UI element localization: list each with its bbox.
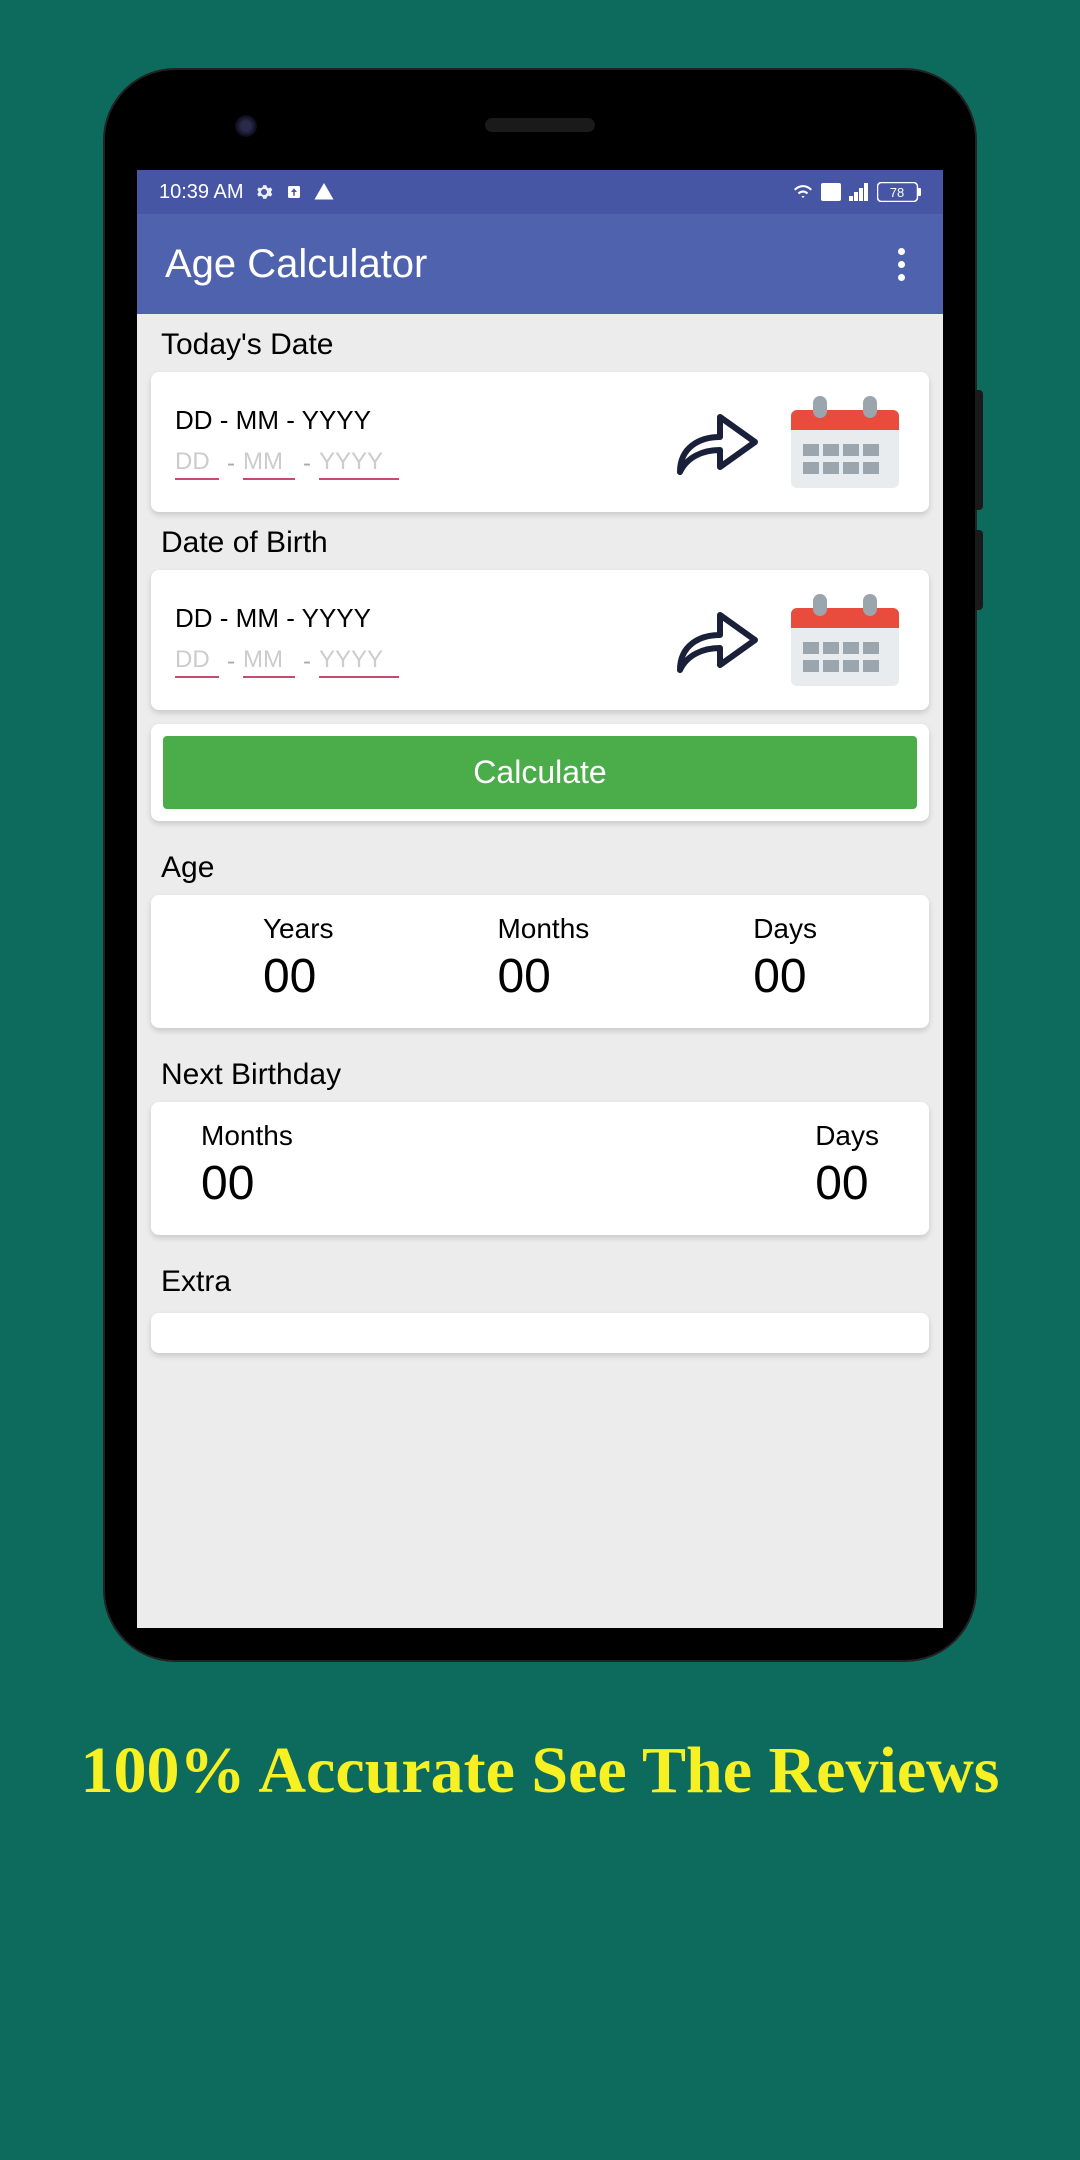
next-birthday-section-title: Next Birthday — [161, 1058, 919, 1092]
extra-card — [151, 1313, 929, 1353]
calculate-card: Calculate — [151, 724, 929, 821]
phone-inner: 10:39 AM 78 Age Calculator — [115, 80, 965, 1650]
age-days-label: Days — [753, 913, 817, 945]
dob-dd-input[interactable]: DD — [175, 646, 219, 678]
overflow-menu-button[interactable] — [888, 238, 915, 291]
promo-tagline: 100% Accurate See The Reviews — [41, 1730, 1040, 1813]
age-section-title: Age — [161, 851, 919, 885]
calculate-button[interactable]: Calculate — [163, 736, 917, 809]
dob-yyyy-input[interactable]: YYYY — [319, 646, 399, 678]
warning-icon — [314, 183, 334, 201]
app-title: Age Calculator — [165, 242, 427, 287]
today-dd-input[interactable]: DD — [175, 448, 219, 480]
age-years-value: 00 — [263, 949, 334, 1004]
age-months-value: 00 — [497, 949, 589, 1004]
app-bar: Age Calculator — [137, 214, 943, 314]
status-bar: 10:39 AM 78 — [137, 170, 943, 214]
extra-section-title: Extra — [161, 1265, 919, 1299]
gear-icon — [254, 183, 274, 201]
today-format-label: DD - MM - YYYY — [175, 405, 645, 436]
status-time: 10:39 AM — [159, 181, 244, 204]
age-card: Years 00 Months 00 Days 00 — [151, 895, 929, 1028]
nb-days-label: Days — [815, 1120, 879, 1152]
age-years-label: Years — [263, 913, 334, 945]
today-section-title: Today's Date — [161, 328, 919, 362]
wifi-icon — [793, 183, 813, 201]
dob-mm-input[interactable]: MM — [243, 646, 295, 678]
content-area: Today's Date DD - MM - YYYY DD - MM - YY… — [137, 328, 943, 1353]
dob-date-card: DD - MM - YYYY DD - MM - YYYY — [151, 570, 929, 710]
phone-bezel-top — [115, 80, 965, 170]
calendar-icon[interactable] — [785, 590, 905, 690]
today-mm-input[interactable]: MM — [243, 448, 295, 480]
nb-days-value: 00 — [815, 1156, 879, 1211]
today-date-card: DD - MM - YYYY DD - MM - YYYY — [151, 372, 929, 512]
svg-text:78: 78 — [890, 185, 904, 200]
upload-icon — [284, 183, 304, 201]
nb-months-value: 00 — [201, 1156, 293, 1211]
today-yyyy-input[interactable]: YYYY — [319, 448, 399, 480]
speaker-grille — [485, 118, 595, 132]
calendar-icon[interactable] — [785, 392, 905, 492]
share-icon[interactable] — [665, 402, 765, 482]
data-icon — [821, 183, 841, 201]
battery-icon: 78 — [877, 182, 921, 202]
front-camera — [235, 115, 257, 137]
phone-frame: 10:39 AM 78 Age Calculator — [105, 70, 975, 1660]
share-icon[interactable] — [665, 600, 765, 680]
side-button-lower — [975, 530, 983, 610]
next-birthday-card: Months 00 Days 00 — [151, 1102, 929, 1235]
signal-icon — [849, 183, 869, 201]
age-days-value: 00 — [753, 949, 817, 1004]
dob-format-label: DD - MM - YYYY — [175, 603, 645, 634]
screen: 10:39 AM 78 Age Calculator — [137, 170, 943, 1628]
nb-months-label: Months — [201, 1120, 293, 1152]
dob-section-title: Date of Birth — [161, 526, 919, 560]
age-months-label: Months — [497, 913, 589, 945]
side-button — [975, 390, 983, 510]
